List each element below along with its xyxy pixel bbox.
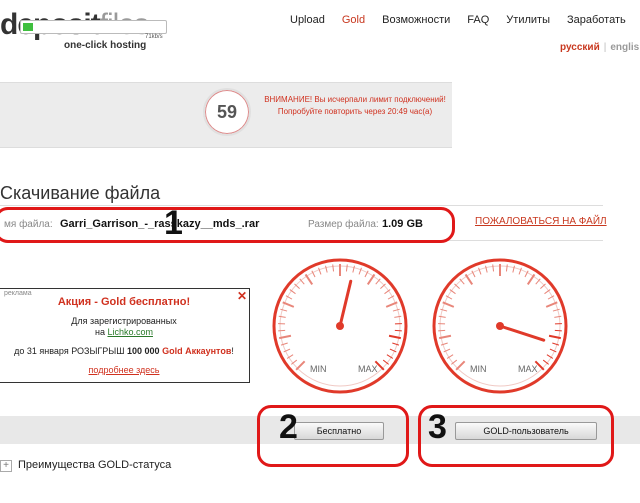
ad-title: Акция - Gold бесплатно! xyxy=(57,296,191,308)
nav-utilities[interactable]: Утилиты xyxy=(506,14,550,26)
nav-upload[interactable]: Upload xyxy=(290,14,325,26)
ad-line-3-gold: Gold Аккаунтов xyxy=(162,346,232,356)
speed-progress-bar xyxy=(20,20,167,34)
gold-speed-gauge: MIN MAX xyxy=(432,258,568,394)
free-speed-gauge: MIN MAX xyxy=(272,258,408,394)
ad-line-3-prefix: до 31 января РОЗЫГРЫШ xyxy=(14,346,128,356)
gauge-hub xyxy=(336,322,344,330)
speed-progress-fill xyxy=(23,23,33,31)
gold-advantages-toggle[interactable]: + Преимущества GOLD-статуса xyxy=(0,459,171,472)
plus-icon: + xyxy=(0,460,12,472)
annotation-number-3: 3 xyxy=(428,408,447,446)
ad-line-2-prefix: на xyxy=(94,327,108,337)
top-nav: Upload Gold Возможности FAQ Утилиты Зара… xyxy=(290,14,640,26)
ad-line-1: Для зарегистрированных xyxy=(71,316,177,326)
gauge-min-label: MIN xyxy=(310,364,327,374)
nav-earn[interactable]: Заработать xyxy=(567,14,626,26)
report-file-link[interactable]: ПОЖАЛОВАТЬСЯ НА ФАЙЛ xyxy=(475,216,607,227)
gauge-tick xyxy=(438,329,446,332)
nav-gold[interactable]: Gold xyxy=(342,14,365,26)
ad-line-3: до 31 января РОЗЫГРЫШ 100 000 Gold Аккау… xyxy=(0,346,248,356)
gauge-max-label: MAX xyxy=(358,364,378,374)
page-title: Скачивание файла xyxy=(0,183,161,203)
gauge-tick xyxy=(394,329,402,332)
ad-line-3-suffix: ! xyxy=(231,346,234,356)
limit-warning: ВНИМАНИЕ! Вы исчерпали лимит подключений… xyxy=(264,95,446,116)
nav-features[interactable]: Возможности xyxy=(382,14,450,26)
lang-separator: | xyxy=(603,42,607,53)
lang-english[interactable]: englis xyxy=(610,42,639,53)
ad-line-2: на Lichko.com xyxy=(0,327,248,337)
divider xyxy=(0,205,603,206)
gauge-max-label: MAX xyxy=(518,364,538,374)
gauge-hub xyxy=(496,322,504,330)
annotation-box-1 xyxy=(0,207,455,243)
countdown-counter: 59 xyxy=(203,88,251,136)
annotation-box-3 xyxy=(418,405,614,467)
speed-label: 71kb/s xyxy=(145,34,163,40)
ad-line-3-amount: 100 000 xyxy=(127,346,160,356)
nav-faq[interactable]: FAQ xyxy=(467,14,489,26)
language-switcher: русский | englis xyxy=(560,42,639,53)
gold-advantages-label: Преимущества GOLD-статуса xyxy=(18,459,172,471)
gauge-min-label: MIN xyxy=(470,364,487,374)
ad-more-link[interactable]: подробнее здесь xyxy=(0,365,248,375)
lang-russian[interactable]: русский xyxy=(560,42,600,53)
annotation-number-2: 2 xyxy=(279,408,298,446)
tagline: one-click hosting xyxy=(64,40,147,51)
ad-site-link[interactable]: Lichko.com xyxy=(107,327,153,337)
annotation-number-1: 1 xyxy=(164,204,183,242)
gauge-tick xyxy=(554,329,562,332)
gauge-tick xyxy=(278,329,286,332)
